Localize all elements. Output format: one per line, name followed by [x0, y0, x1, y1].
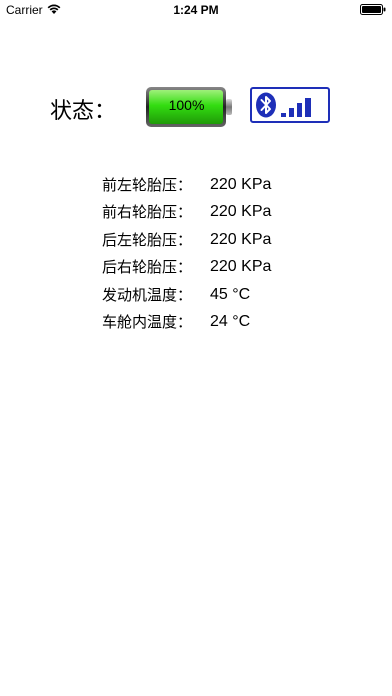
signal-bars-icon [281, 98, 311, 117]
reading-front-left-tire-pressure: 前左轮胎压： 220 KPa [102, 174, 362, 201]
reading-rear-left-tire-pressure: 后左轮胎压： 220 KPa [102, 229, 362, 256]
reading-label: 发动机温度： [102, 285, 193, 304]
device-battery-indicator: 100% [145, 86, 233, 128]
reading-value: 220 KPa [210, 258, 272, 276]
battery-percent: 100% [168, 97, 205, 113]
reading-cabin-temperature: 车舱内温度： 24 °C [102, 311, 362, 338]
reading-label: 后左轮胎压： [102, 230, 193, 249]
reading-label: 车舱内温度： [102, 312, 193, 331]
reading-value: 220 KPa [210, 230, 272, 248]
reading-label: 前右轮胎压： [102, 203, 193, 222]
reading-front-right-tire-pressure: 前右轮胎压： 220 KPa [102, 201, 362, 228]
status-label: 状态： [50, 99, 117, 124]
reading-value: 45 °C [210, 285, 251, 303]
reading-value: 220 KPa [210, 203, 272, 221]
bluetooth-signal-indicator[interactable] [250, 87, 330, 123]
clock: 1:24 PM [173, 3, 219, 17]
reading-value: 220 KPa [210, 176, 272, 193]
battery-icon [360, 4, 386, 15]
reading-engine-temperature: 发动机温度： 45 °C [102, 284, 362, 311]
readings-list: 前左轮胎压： 220 KPa 前右轮胎压： 220 KPa 后左轮胎压： 220… [102, 174, 362, 338]
status-bar: Carrier 1:24 PM [0, 0, 392, 20]
reading-value: 24 °C [210, 312, 251, 330]
bluetooth-icon [256, 92, 276, 118]
reading-rear-right-tire-pressure: 后右轮胎压： 220 KPa [102, 256, 362, 283]
reading-label: 后右轮胎压： [102, 258, 193, 277]
reading-label: 前左轮胎压： [102, 176, 193, 194]
